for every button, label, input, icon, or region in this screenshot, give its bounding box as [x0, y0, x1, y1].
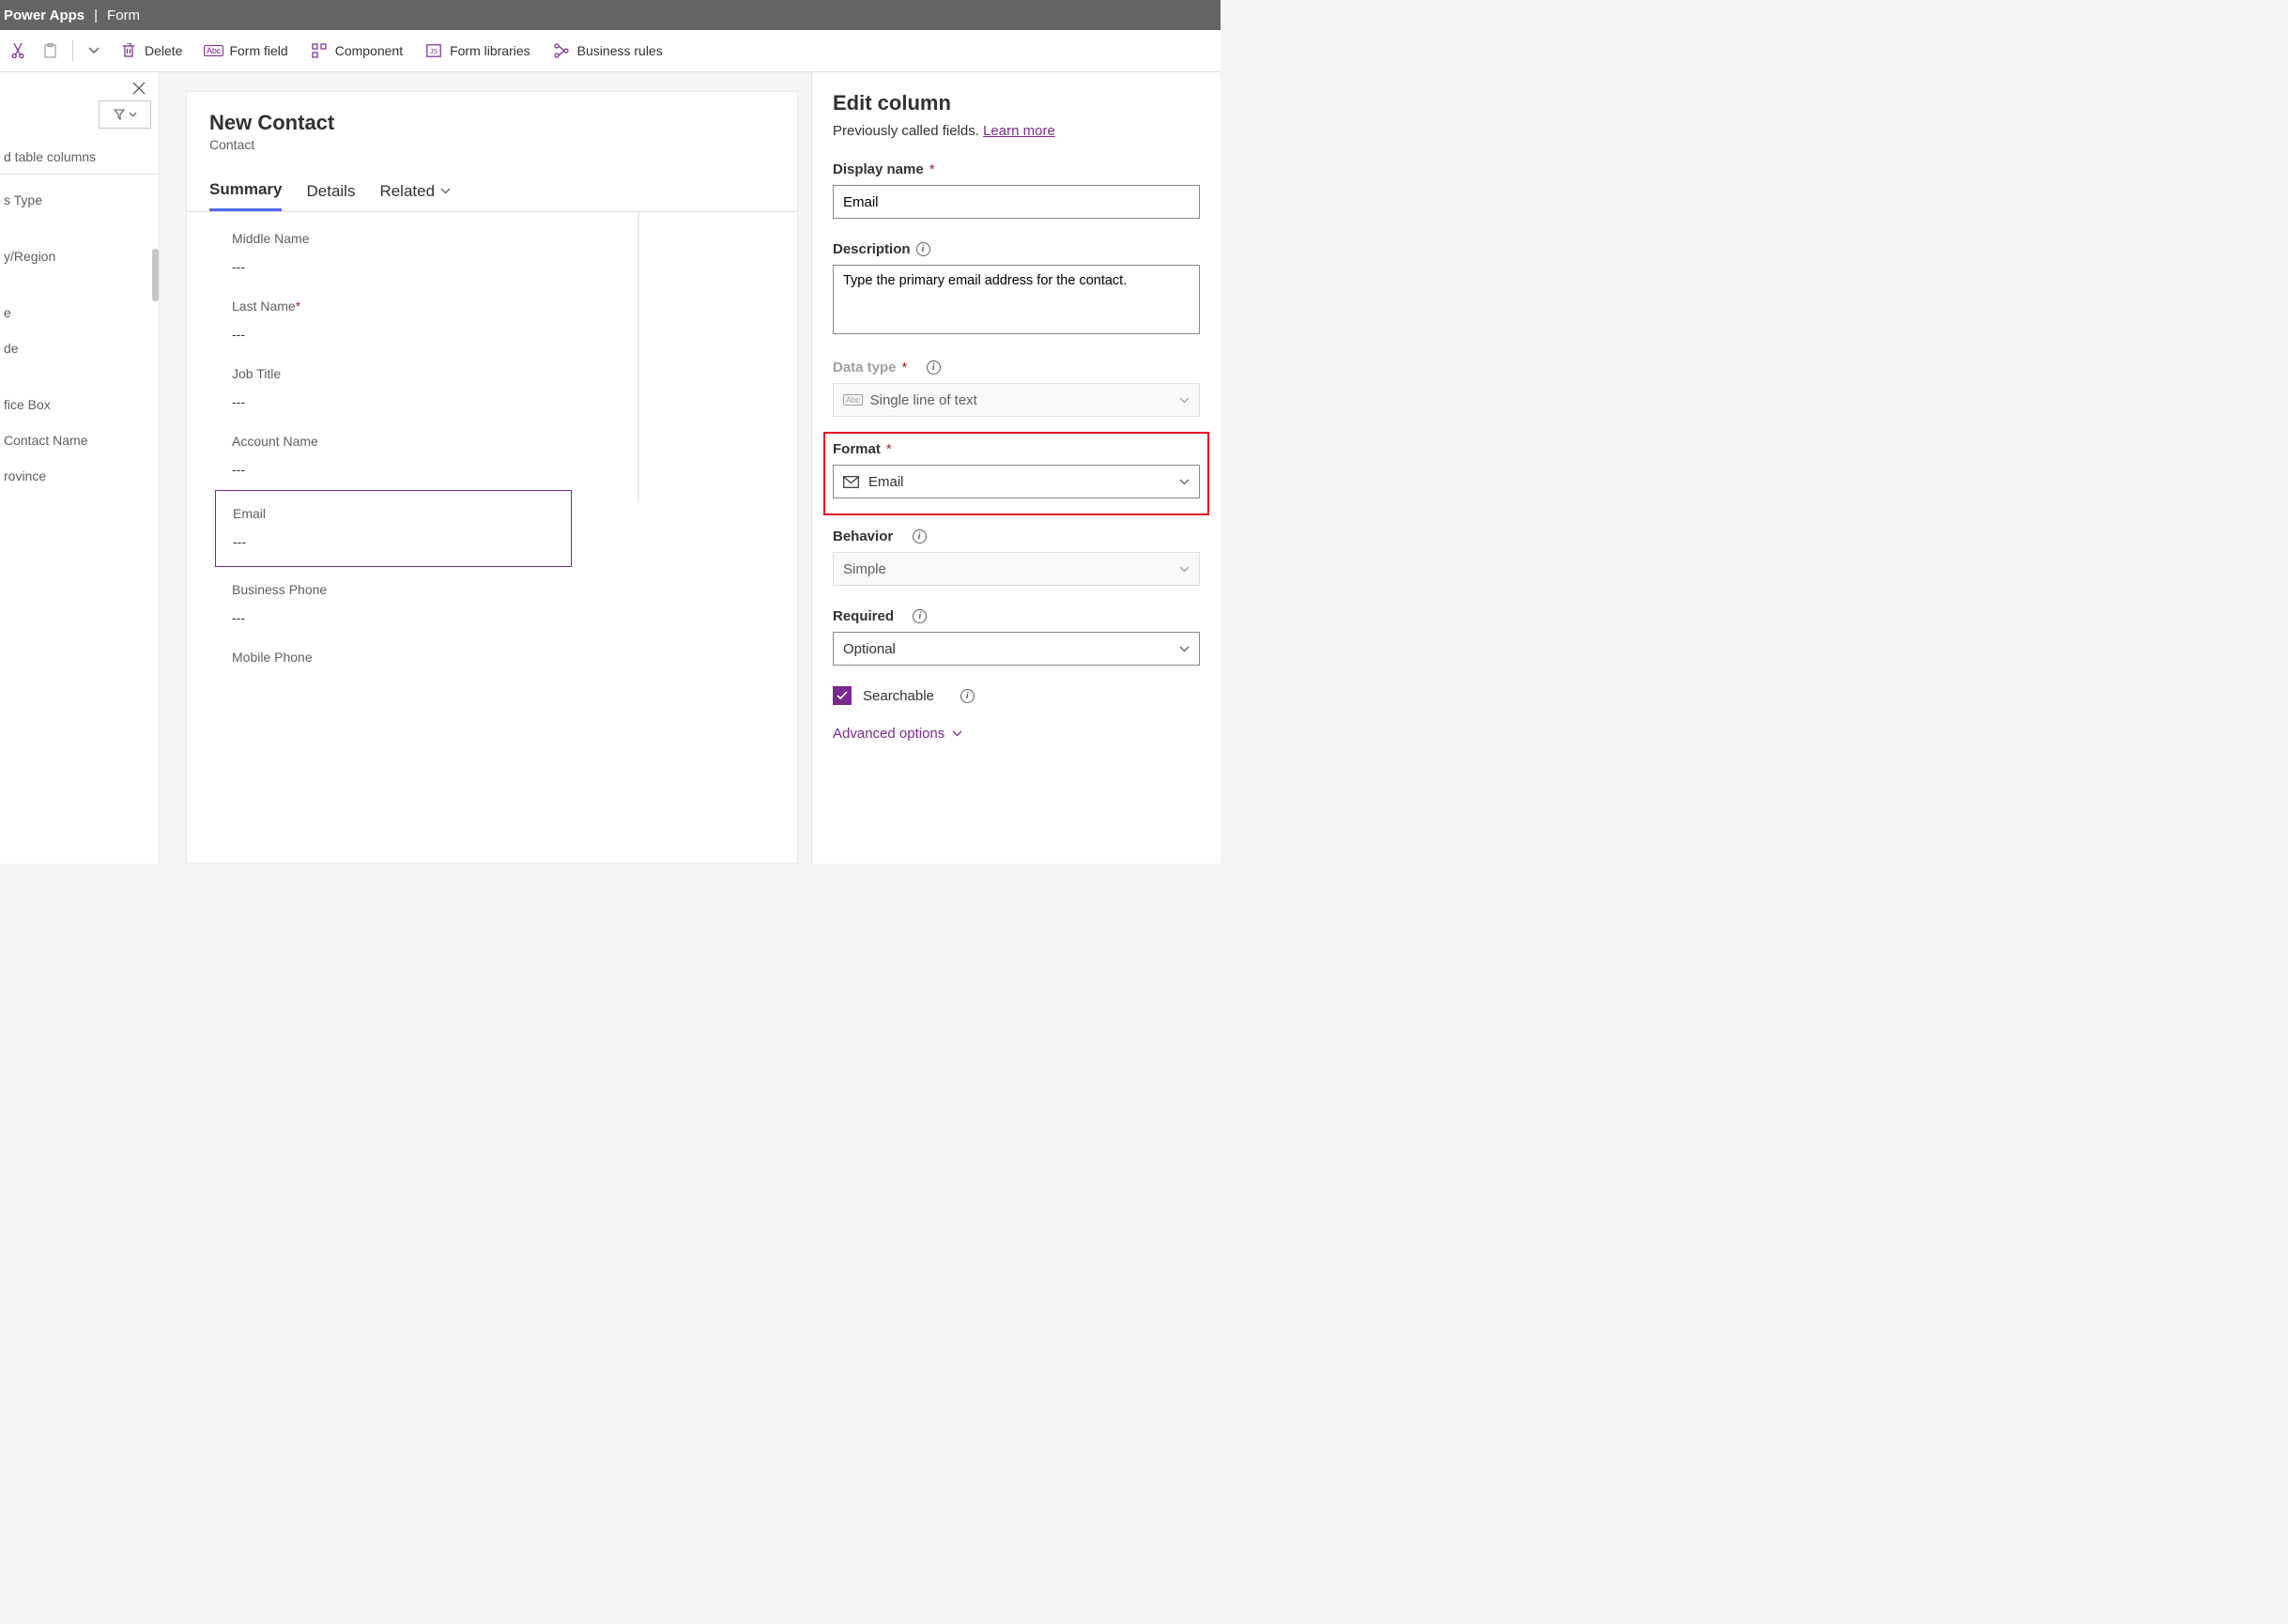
close-icon[interactable] [132, 82, 146, 95]
required-select[interactable]: Optional [833, 632, 1200, 666]
filter-icon [114, 109, 125, 120]
svg-text:JS: JS [430, 49, 438, 55]
learn-more-link[interactable]: Learn more [983, 123, 1055, 139]
tab-summary[interactable]: Summary [209, 180, 282, 211]
edit-column-panel: Edit column Previously called fields. Le… [811, 72, 1221, 864]
chevron-down-icon [952, 730, 962, 737]
list-item[interactable]: y/Region [0, 238, 159, 274]
display-name-input[interactable] [833, 185, 1200, 219]
list-item[interactable]: e [0, 295, 159, 330]
rules-icon [553, 42, 570, 59]
form-title: New Contact [209, 111, 775, 135]
email-icon [843, 476, 859, 488]
description-input[interactable] [833, 265, 1200, 334]
chevron-down-icon [129, 112, 137, 117]
form-entity: Contact [209, 137, 775, 152]
trash-icon [120, 42, 137, 59]
field-mobile-phone[interactable]: Mobile Phone [224, 636, 562, 676]
abc-icon: Abc [843, 394, 863, 406]
searchable-checkbox[interactable] [833, 686, 852, 705]
cut-icon[interactable] [4, 38, 32, 64]
chevron-down-icon [1179, 566, 1190, 573]
form-field-button[interactable]: Abc Form field [195, 37, 297, 65]
chevron-down-icon [1179, 646, 1190, 652]
list-item[interactable]: Contact Name [0, 422, 159, 458]
list-item[interactable]: de [0, 330, 159, 366]
list-item[interactable]: fice Box [0, 387, 159, 422]
business-rules-button[interactable]: Business rules [544, 37, 672, 65]
chevron-down-icon [1179, 479, 1190, 485]
searchable-label: Searchable [863, 688, 934, 704]
paste-icon[interactable] [36, 38, 65, 64]
tab-details[interactable]: Details [306, 180, 355, 211]
info-icon[interactable]: i [913, 609, 927, 623]
info-icon[interactable]: i [960, 689, 975, 703]
form-canvas: New Contact Contact Summary Details Rela… [186, 91, 798, 864]
field-last-name[interactable]: Last Name* --- [224, 285, 562, 353]
abc-icon: Abc [205, 42, 222, 59]
tab-related[interactable]: Related [379, 180, 451, 211]
columns-heading: d table columns [0, 140, 159, 175]
brand-label: Power Apps [4, 8, 84, 23]
list-item[interactable] [0, 218, 159, 238]
info-icon[interactable]: i [927, 360, 941, 375]
form-libraries-button[interactable]: JS Form libraries [416, 37, 540, 65]
page-label: Form [107, 8, 140, 23]
list-item[interactable] [0, 366, 159, 387]
app-header: Power Apps | Form [0, 0, 1221, 30]
js-icon: JS [425, 42, 442, 59]
preview-placeholder [637, 212, 639, 503]
field-email[interactable]: Email --- [215, 490, 572, 567]
panel-title: Edit column [833, 91, 1200, 115]
filter-button[interactable] [99, 100, 151, 129]
scrollbar-thumb[interactable] [152, 249, 159, 301]
field-middle-name[interactable]: Middle Name --- [224, 218, 562, 285]
data-type-select: Abc Single line of text [833, 383, 1200, 417]
info-icon[interactable]: i [916, 242, 930, 256]
advanced-options-toggle[interactable]: Advanced options [833, 726, 1200, 742]
field-account-name[interactable]: Account Name --- [224, 421, 562, 488]
format-highlight: Format * Email [823, 432, 1209, 515]
chevron-down-icon [1179, 397, 1190, 404]
chevron-down-icon [440, 188, 451, 194]
chevron-down-icon[interactable] [81, 41, 107, 60]
list-item[interactable] [0, 274, 159, 295]
field-job-title[interactable]: Job Title --- [224, 353, 562, 421]
component-icon [311, 42, 328, 59]
component-button[interactable]: Component [301, 37, 412, 65]
behavior-select: Simple [833, 552, 1200, 586]
delete-button[interactable]: Delete [111, 37, 192, 65]
toolbar: Delete Abc Form field Component JS Form … [0, 30, 1221, 72]
field-business-phone[interactable]: Business Phone --- [224, 569, 562, 636]
list-item[interactable]: s Type [0, 182, 159, 218]
format-select[interactable]: Email [833, 465, 1200, 498]
columns-panel: d table columns s Type y/Region e de fic… [0, 72, 160, 864]
panel-subtitle: Previously called fields. Learn more [833, 123, 1200, 139]
list-item[interactable]: rovince [0, 458, 159, 494]
info-icon[interactable]: i [913, 529, 927, 544]
